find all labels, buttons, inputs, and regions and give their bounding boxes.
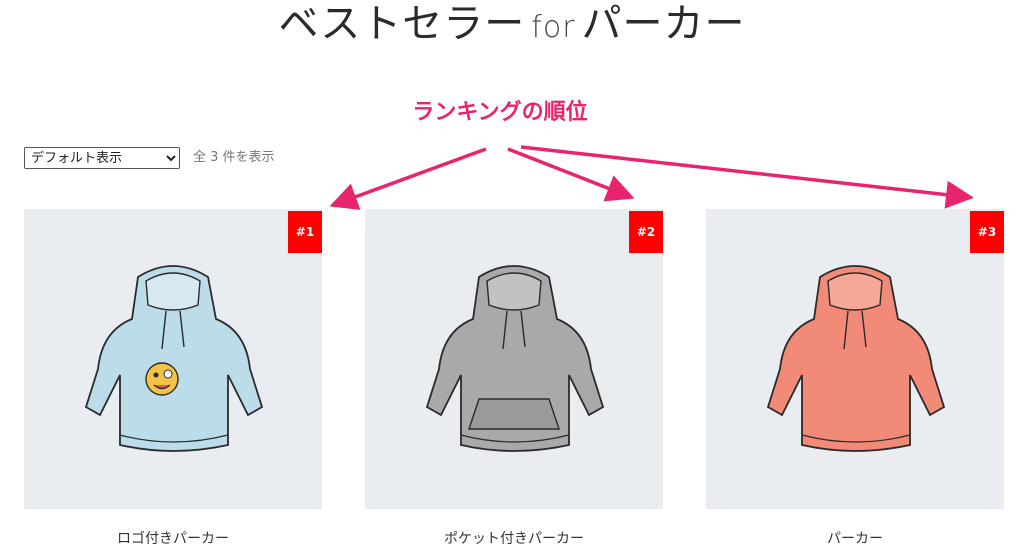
hoodie-image [425, 265, 605, 452]
ranking-annotation-label: ランキングの順位 [412, 100, 588, 125]
arrow-to-rank-2 [507, 147, 635, 202]
arrow-to-rank-1 [329, 147, 487, 210]
product-name-link[interactable]: ポケット付きパーカー [365, 527, 663, 551]
hoodie-image [84, 265, 264, 452]
arrow-to-rank-3 [520, 145, 974, 209]
product-image[interactable]: #1 [24, 209, 322, 509]
product-card[interactable]: #1 ロゴ付きパーカー [24, 209, 322, 553]
hoodie-body [766, 265, 946, 452]
rank-badge: #1 [288, 211, 322, 253]
page-title-main: ベストセラー [278, 1, 526, 47]
page-title-sub: パーカー [581, 1, 746, 47]
hoodie-body [84, 265, 264, 452]
hoodie-body [425, 265, 605, 452]
rank-badge: #3 [970, 211, 1004, 253]
product-card[interactable]: #2 ポケット付きパーカー [365, 209, 663, 553]
page-title: ベストセラー for パーカー [0, 0, 1024, 52]
page-title-for: for [531, 10, 576, 45]
product-card[interactable]: #3 パーカー [706, 209, 1004, 553]
logo-emoji [145, 362, 179, 396]
product-image[interactable]: #3 [706, 209, 1004, 509]
product-name-link[interactable]: ロゴ付きパーカー [24, 527, 322, 551]
product-name-link[interactable]: パーカー [706, 527, 1004, 551]
result-count: 全 3 件を表示 [193, 150, 275, 165]
rank-badge: #2 [629, 211, 663, 253]
sort-select[interactable]: デフォルト表示 [24, 147, 180, 169]
hoodie-image [766, 265, 946, 452]
product-image[interactable]: #2 [365, 209, 663, 509]
